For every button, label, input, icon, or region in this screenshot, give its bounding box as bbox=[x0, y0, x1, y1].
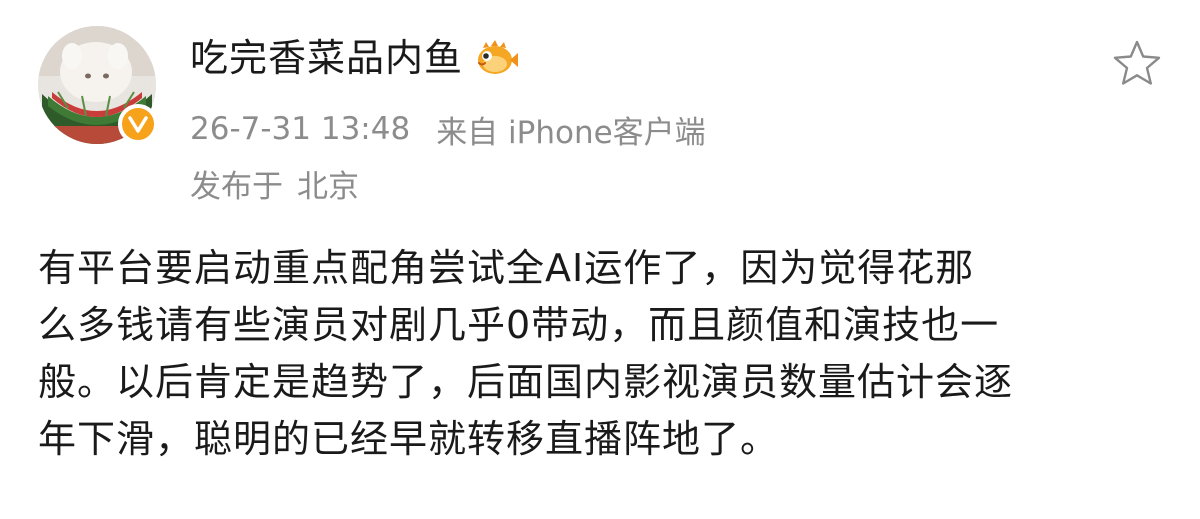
avatar-container[interactable] bbox=[38, 26, 158, 144]
post-content-line: 有平台要启动重点配角尝试全AI运作了，因为觉得花那 bbox=[38, 246, 975, 290]
username-link[interactable]: 吃完香菜品内鱼 bbox=[190, 30, 463, 86]
post-location: 发布于 北京 bbox=[190, 160, 359, 206]
verified-badge bbox=[118, 104, 158, 144]
post-meta: 26-7-31 13:48 来自 iPhone客户端 bbox=[190, 106, 706, 152]
username-row: 吃完香菜品内鱼 bbox=[190, 30, 519, 86]
star-outline-icon bbox=[1113, 40, 1161, 85]
post-content: 有平台要启动重点配角尝试全AI运作了，因为觉得花那 么多钱请有些演员对剧几乎0带… bbox=[38, 240, 1168, 468]
pufferfish-icon[interactable] bbox=[473, 38, 519, 78]
weibo-post-card: 吃完香菜品内鱼 26-7-31 13:48 来自 iPhone客户端 发布于 北… bbox=[0, 0, 1200, 519]
post-content-line: 么多钱请有些演员对剧几乎0带动，而且颜值和演技也一 bbox=[38, 303, 1000, 347]
post-source: 来自 iPhone客户端 bbox=[436, 114, 706, 151]
verified-v-icon bbox=[128, 116, 148, 133]
location-city: 北京 bbox=[297, 168, 359, 205]
favorite-button[interactable] bbox=[1110, 38, 1164, 88]
location-label: 发布于 bbox=[190, 168, 283, 205]
post-content-line: 般。以后肯定是趋势了，后面国内影视演员数量估计会逐 bbox=[38, 360, 1014, 404]
post-timestamp[interactable]: 26-7-31 13:48 bbox=[190, 111, 410, 147]
post-content-line: 年下滑，聪明的已经早就转移直播阵地了。 bbox=[38, 417, 780, 461]
